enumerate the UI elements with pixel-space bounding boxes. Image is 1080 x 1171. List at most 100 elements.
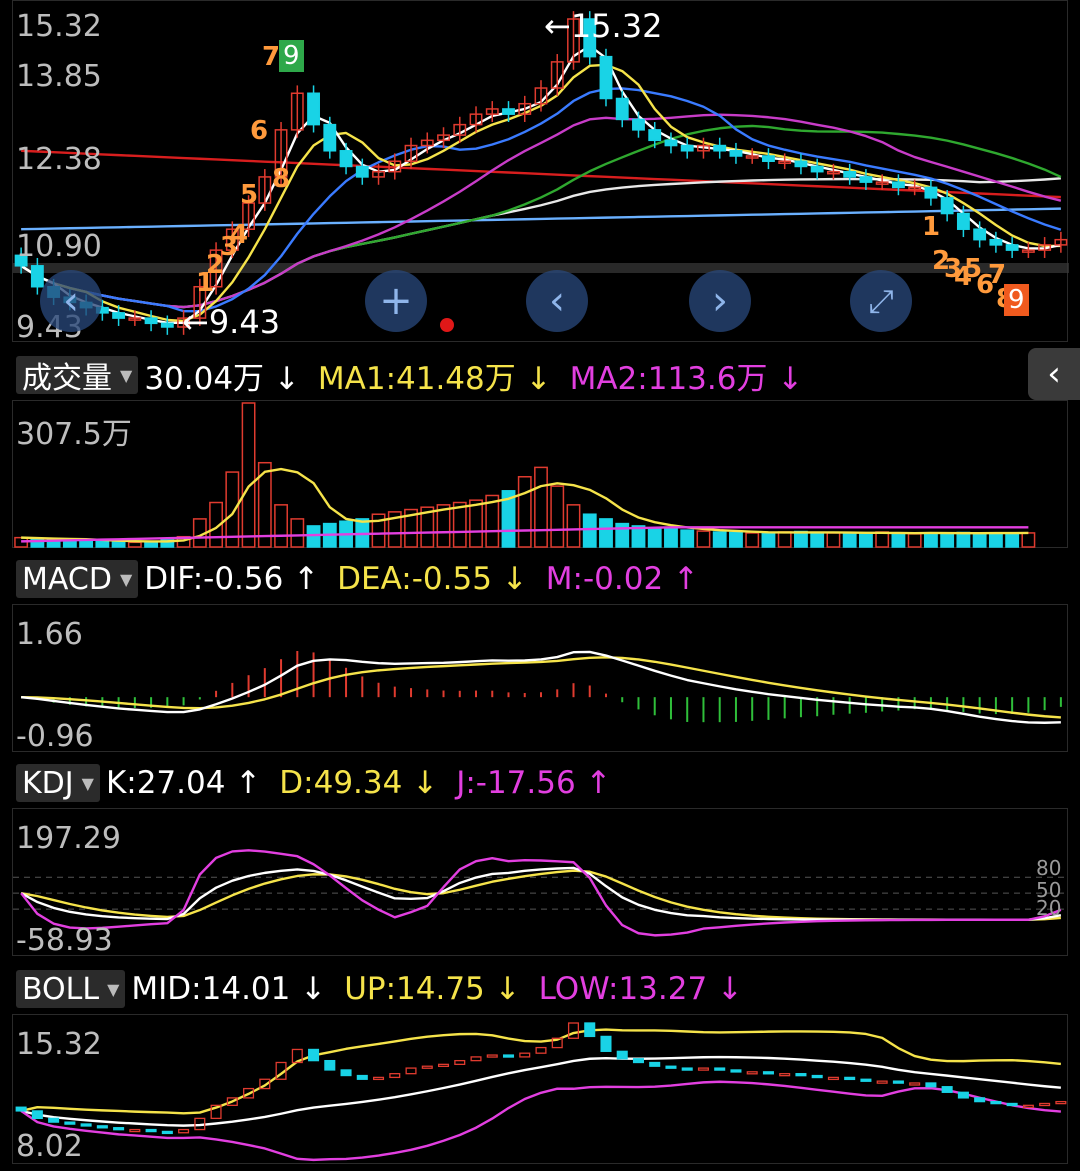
volume-bar	[729, 531, 743, 548]
macd-dif: DIF:-0.56 ↑	[144, 561, 320, 597]
candle-body	[989, 238, 1003, 246]
volume-bar	[712, 531, 727, 548]
candle-body	[30, 265, 44, 288]
volume-bar	[274, 504, 288, 548]
volume-value: 30.04万 ↓	[144, 360, 300, 397]
boll-candle	[844, 1076, 856, 1081]
volume-tick-top: 307.5万	[16, 417, 132, 452]
volume-bar	[794, 530, 808, 548]
boll-mid: MID:14.01 ↓	[131, 971, 327, 1007]
boll-candle	[632, 1058, 645, 1064]
candle-body	[632, 118, 645, 131]
volume-selector-label: 成交量	[22, 361, 112, 396]
volume-bar	[988, 532, 1003, 548]
boll-candle	[486, 1054, 498, 1058]
next-button[interactable]: ›	[689, 270, 751, 332]
volume-ma2-line	[21, 526, 1029, 543]
scroll-left-icon[interactable]: ‹	[40, 270, 102, 332]
volume-bar	[582, 513, 597, 548]
boll-candle	[80, 1123, 92, 1127]
volume-bar	[599, 518, 613, 548]
candle-body	[339, 150, 353, 168]
scroll-band	[13, 263, 1069, 273]
macd-indicator-selector[interactable]: MACD ▼	[16, 560, 139, 598]
chevron-down-icon: ▼	[81, 773, 94, 793]
boll-tick-top: 15.32	[16, 1027, 102, 1062]
volume-bar	[647, 527, 662, 548]
macd-selector-label: MACD	[22, 561, 112, 597]
boll-candle	[649, 1061, 661, 1067]
boll-candle	[535, 1046, 547, 1054]
candle-body	[160, 322, 174, 328]
volume-bar	[550, 485, 565, 548]
volume-bar	[469, 499, 483, 548]
candle-body	[891, 181, 905, 189]
boll-candle	[811, 1074, 823, 1079]
boll-candle	[974, 1097, 986, 1103]
volume-bar	[761, 532, 776, 548]
boll-candle	[795, 1073, 807, 1077]
volume-bar	[517, 476, 532, 548]
prev-button[interactable]: ‹	[526, 270, 588, 332]
boll-low-line	[20, 1080, 1061, 1162]
boll-candle	[584, 1022, 596, 1038]
boll-candle	[714, 1067, 726, 1071]
boll-candle	[957, 1091, 969, 1099]
candle-body	[307, 92, 320, 126]
boll-selector-label: BOLL	[22, 971, 100, 1007]
zoom-in-button[interactable]: +	[365, 270, 427, 332]
boll-panel	[12, 1014, 1068, 1164]
boll-tick-bottom: 8.02	[16, 1129, 83, 1164]
boll-candle	[340, 1069, 352, 1077]
kdj-d: D:49.34 ↓	[279, 765, 439, 801]
boll-candle	[48, 1117, 60, 1123]
volume-bar	[1021, 532, 1036, 548]
candle-body	[680, 144, 694, 152]
volume-bar	[127, 541, 142, 548]
kdj-header: KDJ ▼ K:27.04 ↑ D:49.34 ↓ J:-17.56 ↑	[0, 760, 1080, 806]
candle-body	[323, 123, 337, 152]
volume-bar	[826, 532, 841, 548]
volume-bar	[972, 532, 987, 548]
volume-bar	[842, 533, 857, 548]
volume-bar	[858, 532, 873, 548]
boll-candle	[373, 1076, 385, 1081]
marker-up-5: 5	[240, 180, 259, 210]
kdj-d-line	[20, 869, 1061, 921]
chevron-down-icon: ▼	[107, 979, 120, 999]
boll-candle	[925, 1082, 937, 1088]
candle-body	[924, 186, 938, 199]
macd-header: MACD ▼ DIF:-0.56 ↑ DEA:-0.55 ↓ M:-0.02 ↑	[0, 556, 1080, 602]
boll-candle	[421, 1065, 433, 1069]
volume-bar	[907, 533, 922, 548]
boll-candle	[762, 1071, 774, 1075]
volume-bar	[1005, 532, 1020, 548]
volume-indicator-selector[interactable]: 成交量 ▼	[16, 356, 139, 396]
macd-tick-bottom: -0.96	[16, 719, 94, 754]
boll-candle	[1006, 1102, 1018, 1107]
volume-bar	[241, 402, 256, 548]
marker-down-1: 1	[922, 212, 941, 242]
marker-up-4: 4	[230, 220, 249, 250]
boll-candle	[990, 1100, 1002, 1105]
boll-candle	[567, 1022, 580, 1039]
boll-candle	[616, 1050, 628, 1060]
live-dot-icon	[440, 318, 454, 332]
kdj-indicator-selector[interactable]: KDJ ▼	[16, 764, 100, 802]
boll-candle	[113, 1127, 125, 1131]
collapse-panel-button[interactable]: ‹	[1028, 348, 1080, 400]
ma120-line	[21, 207, 1061, 231]
candle-body	[599, 55, 613, 100]
boll-indicator-selector[interactable]: BOLL ▼	[16, 970, 126, 1008]
boll-candle	[96, 1125, 108, 1129]
volume-bar	[777, 531, 792, 548]
macd-dea: DEA:-0.55 ↓	[337, 561, 528, 597]
boll-candle	[665, 1065, 677, 1069]
boll-candle	[454, 1059, 466, 1066]
boll-candle	[876, 1080, 888, 1084]
boll-candle	[405, 1067, 417, 1075]
boll-candle	[941, 1086, 953, 1093]
boll-header: BOLL ▼ MID:14.01 ↓ UP:14.75 ↓ LOW:13.27 ↓	[0, 966, 1080, 1012]
boll-candle	[519, 1052, 531, 1058]
expand-button[interactable]: ⤢	[850, 270, 912, 332]
